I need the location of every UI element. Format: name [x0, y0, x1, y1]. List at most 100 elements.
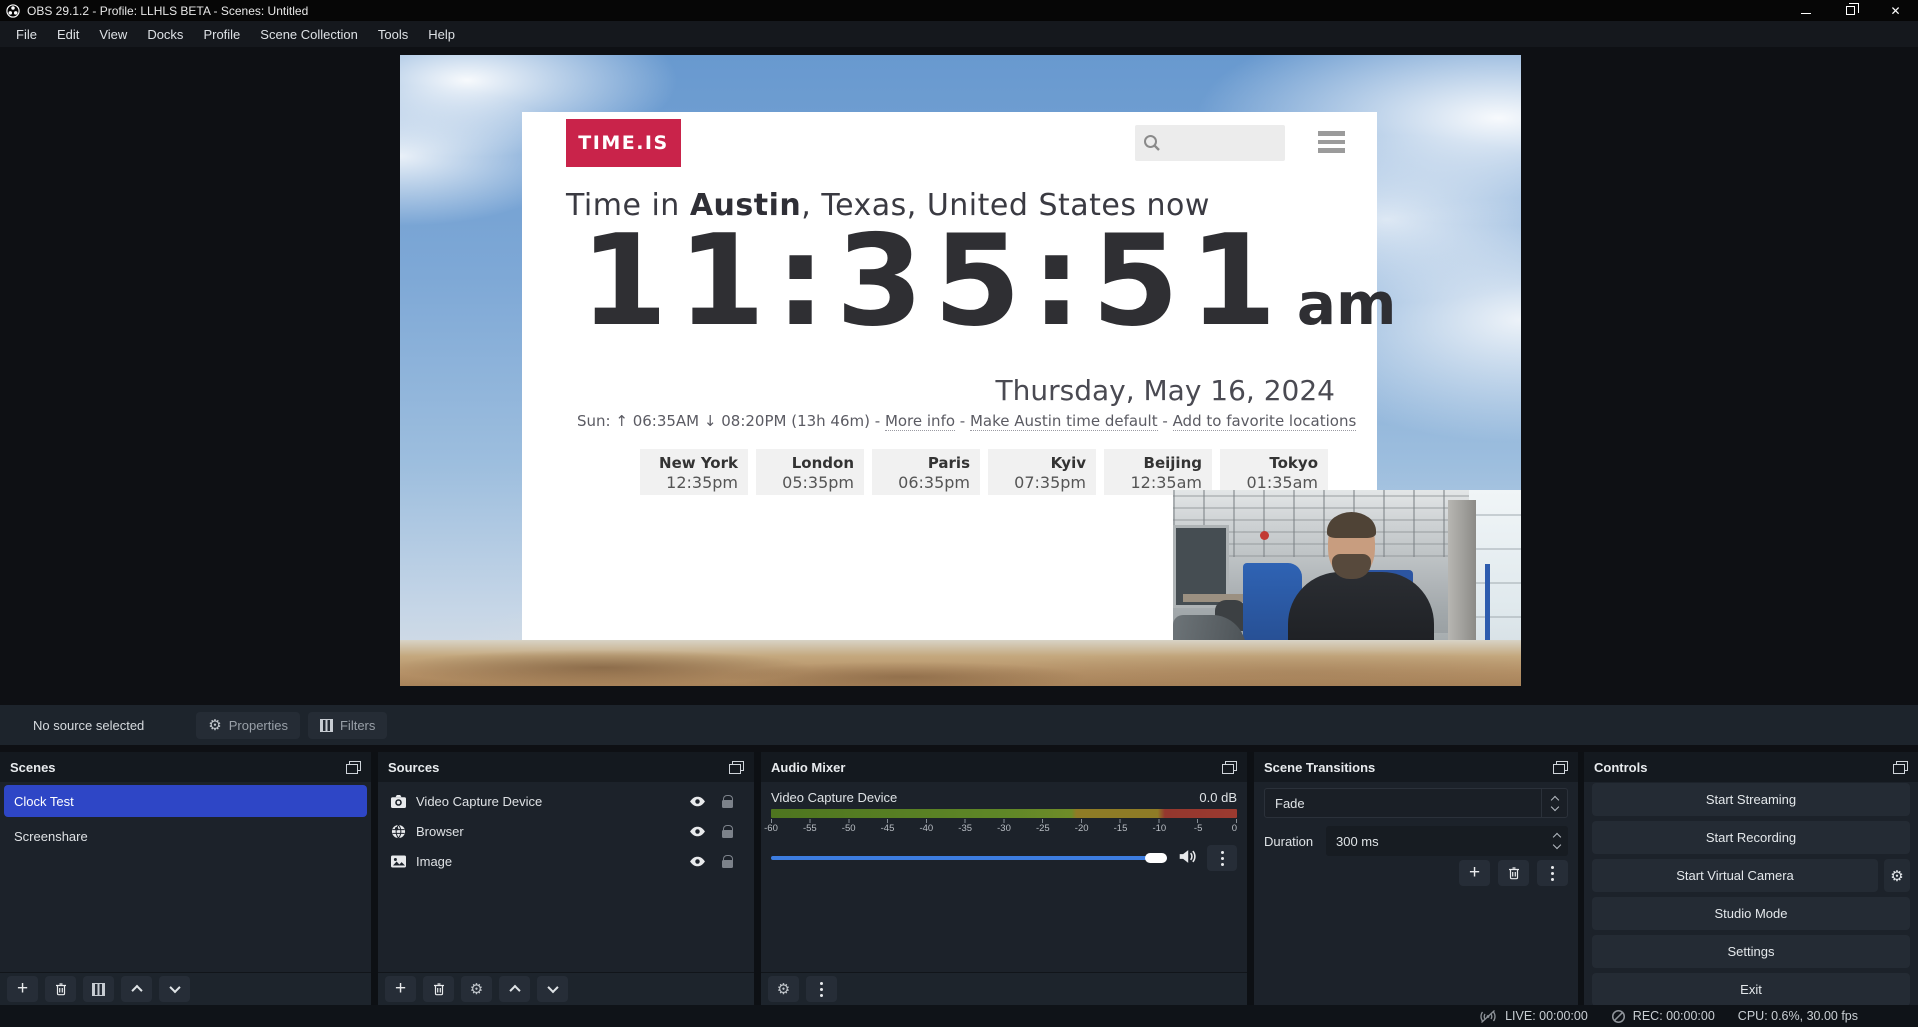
- remove-source-button[interactable]: [423, 976, 454, 1002]
- add-scene-button[interactable]: +: [7, 976, 38, 1002]
- close-icon: ✕: [1890, 4, 1900, 18]
- scene-item-clock-test[interactable]: Clock Test: [4, 785, 367, 817]
- controls-dock-header[interactable]: Controls: [1584, 752, 1918, 782]
- visibility-toggle[interactable]: [682, 825, 712, 838]
- close-button[interactable]: ✕: [1873, 0, 1918, 21]
- remove-transition-button[interactable]: [1498, 860, 1529, 886]
- trash-icon: [1507, 866, 1521, 880]
- add-source-button[interactable]: +: [385, 976, 416, 1002]
- transitions-toolbar: +: [1459, 860, 1568, 886]
- city-box-beijing[interactable]: Beijing 12:35am: [1104, 449, 1212, 495]
- start-streaming-button[interactable]: Start Streaming: [1592, 783, 1910, 816]
- move-source-up-button[interactable]: [499, 976, 530, 1002]
- lock-toggle[interactable]: [712, 855, 742, 868]
- more-info-link[interactable]: More info: [885, 412, 955, 431]
- exit-button[interactable]: Exit: [1592, 973, 1910, 1006]
- spinner-carets-icon[interactable]: [1554, 826, 1560, 856]
- restore-button[interactable]: [1828, 0, 1873, 21]
- chevron-up-icon: [509, 985, 520, 996]
- menu-item-edit[interactable]: Edit: [47, 23, 89, 46]
- lock-icon: [722, 830, 733, 838]
- camera-icon: [390, 794, 407, 809]
- current-date: Thursday, May 16, 2024: [996, 374, 1335, 407]
- studio-mode-button[interactable]: Studio Mode: [1592, 897, 1910, 930]
- volume-slider[interactable]: [771, 856, 1167, 860]
- audio-mixer-header[interactable]: Audio Mixer: [761, 752, 1247, 782]
- source-toolbar: No source selected ⚙ Properties Filters: [0, 705, 1918, 745]
- popout-icon[interactable]: [729, 761, 744, 774]
- lock-toggle[interactable]: [712, 825, 742, 838]
- scene-item-screenshare[interactable]: Screenshare: [4, 820, 367, 852]
- menu-hamburger-icon[interactable]: [1318, 131, 1345, 153]
- start-recording-button[interactable]: Start Recording: [1592, 821, 1910, 854]
- source-status-text: No source selected: [33, 718, 144, 733]
- add-favorite-link[interactable]: Add to favorite locations: [1173, 412, 1357, 431]
- city-box-tokyo[interactable]: Tokyo 01:35am: [1220, 449, 1328, 495]
- minimize-button[interactable]: [1783, 0, 1828, 21]
- popout-icon[interactable]: [1222, 761, 1237, 774]
- popout-icon[interactable]: [1893, 761, 1908, 774]
- world-cities-row: New York 12:35pm London 05:35pm Paris 06…: [640, 449, 1328, 495]
- lock-toggle[interactable]: [712, 795, 742, 808]
- remove-scene-button[interactable]: [45, 976, 76, 1002]
- menu-item-help[interactable]: Help: [418, 23, 465, 46]
- menu-item-view[interactable]: View: [89, 23, 137, 46]
- sources-dock: Sources Video Capture Device Browser: [378, 752, 754, 1005]
- sources-toolbar: + ⚙: [378, 972, 754, 1005]
- sources-dock-header[interactable]: Sources: [378, 752, 754, 782]
- filters-icon: [92, 983, 105, 996]
- city-box-kyiv[interactable]: Kyiv 07:35pm: [988, 449, 1096, 495]
- clock-time: 11:35:51: [580, 212, 1287, 351]
- properties-button[interactable]: ⚙ Properties: [196, 712, 300, 739]
- city-box-paris[interactable]: Paris 06:35pm: [872, 449, 980, 495]
- popout-icon[interactable]: [1553, 761, 1568, 774]
- cpu-fps-stats: CPU: 0.6%, 30.00 fps: [1738, 1009, 1858, 1023]
- eye-icon: [689, 795, 706, 808]
- transition-properties-button[interactable]: [1537, 860, 1568, 886]
- chevron-down-icon: [169, 982, 180, 993]
- city-box-london[interactable]: London 05:35pm: [756, 449, 864, 495]
- mixer-menu-button[interactable]: [806, 976, 837, 1002]
- duration-input[interactable]: 300 ms: [1326, 826, 1568, 856]
- source-properties-button[interactable]: ⚙: [461, 976, 492, 1002]
- desert-background: [400, 640, 1521, 686]
- source-row-image[interactable]: Image: [378, 846, 754, 876]
- visibility-toggle[interactable]: [682, 855, 712, 868]
- gear-icon: ⚙: [777, 982, 790, 997]
- menu-item-profile[interactable]: Profile: [193, 23, 250, 46]
- source-label: Video Capture Device: [416, 794, 682, 809]
- mixer-channel-menu-button[interactable]: [1207, 845, 1237, 871]
- menu-bar: File Edit View Docks Profile Scene Colle…: [0, 21, 1918, 47]
- move-scene-down-button[interactable]: [159, 976, 190, 1002]
- settings-button[interactable]: Settings: [1592, 935, 1910, 968]
- advanced-audio-button[interactable]: ⚙: [768, 976, 799, 1002]
- source-row-video-capture[interactable]: Video Capture Device: [378, 786, 754, 816]
- scenes-dock-header[interactable]: Scenes: [0, 752, 371, 782]
- source-row-browser[interactable]: Browser: [378, 816, 754, 846]
- virtual-camera-settings-button[interactable]: ⚙: [1884, 859, 1910, 892]
- move-source-down-button[interactable]: [537, 976, 568, 1002]
- make-default-link[interactable]: Make Austin time default: [970, 412, 1158, 431]
- start-virtual-camera-button[interactable]: Start Virtual Camera: [1592, 859, 1878, 892]
- menu-item-docks[interactable]: Docks: [137, 23, 193, 46]
- trash-icon: [54, 982, 68, 996]
- volume-slider-handle[interactable]: [1145, 853, 1167, 863]
- visibility-toggle[interactable]: [682, 795, 712, 808]
- preview-canvas[interactable]: TIME.IS Time in Austin, Texas, United St…: [400, 55, 1521, 686]
- mute-button[interactable]: [1176, 848, 1198, 868]
- add-transition-button[interactable]: +: [1459, 860, 1490, 886]
- scene-filters-button[interactable]: [83, 976, 114, 1002]
- gear-icon: ⚙: [1890, 868, 1903, 885]
- lock-icon: [722, 800, 733, 808]
- menu-item-scene-collection[interactable]: Scene Collection: [250, 23, 368, 46]
- menu-item-tools[interactable]: Tools: [368, 23, 418, 46]
- timeis-logo[interactable]: TIME.IS: [566, 119, 681, 167]
- popout-icon[interactable]: [346, 761, 361, 774]
- menu-item-file[interactable]: File: [6, 23, 47, 46]
- city-box-new-york[interactable]: New York 12:35pm: [640, 449, 748, 495]
- move-scene-up-button[interactable]: [121, 976, 152, 1002]
- filters-icon: [320, 719, 333, 732]
- transitions-dock-header[interactable]: Scene Transitions: [1254, 752, 1578, 782]
- filters-button[interactable]: Filters: [308, 712, 387, 739]
- transition-select[interactable]: Fade: [1264, 788, 1568, 818]
